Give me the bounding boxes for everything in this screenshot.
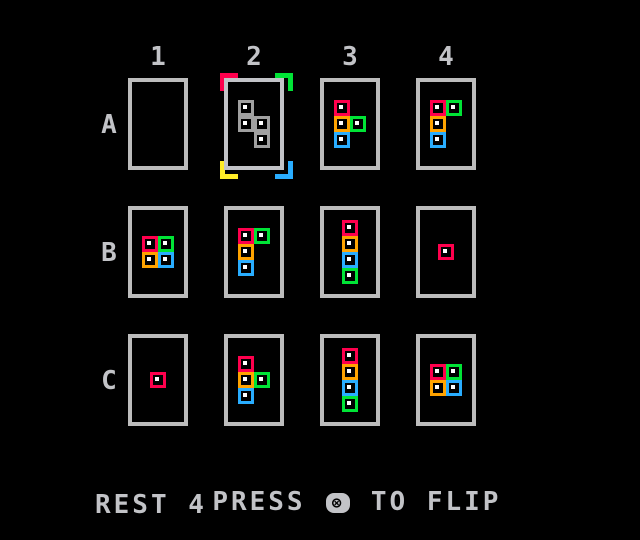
green-tile: [342, 396, 358, 412]
blue-tile: [238, 388, 254, 404]
card-a2[interactable]: [224, 78, 284, 170]
blue-tile: [334, 132, 350, 148]
column-label-1: 1: [150, 42, 168, 72]
x-button-icon: ⊗: [326, 492, 351, 513]
green-tile: [350, 116, 366, 132]
card-a1[interactable]: [128, 78, 188, 170]
blue-tile: [238, 260, 254, 276]
green-tile: [158, 236, 174, 252]
rest-counter: REST 4: [95, 490, 207, 520]
card-c1[interactable]: [128, 334, 188, 426]
red-tile: [430, 364, 446, 380]
blue-tile: [430, 132, 446, 148]
red-tile: [342, 348, 358, 364]
row-label-b: B: [101, 238, 119, 268]
blue-tile: [158, 252, 174, 268]
red-tile: [238, 356, 254, 372]
prompt-text-after: TO FLIP: [352, 487, 502, 517]
yellow-tile: [342, 236, 358, 252]
red-tile: [150, 372, 166, 388]
gray-tile: [254, 132, 270, 148]
blue-tile: [342, 252, 358, 268]
card-a4[interactable]: [416, 78, 476, 170]
yellow-tile: [334, 116, 350, 132]
green-tile: [342, 268, 358, 284]
yellow-tile: [238, 372, 254, 388]
prompt-text-before: PRESS: [212, 487, 325, 517]
column-label-3: 3: [342, 42, 360, 72]
flip-prompt: PRESS ⊗ TO FLIP: [175, 457, 501, 517]
red-tile: [334, 100, 350, 116]
red-tile: [342, 220, 358, 236]
red-tile: [238, 228, 254, 244]
green-tile: [446, 100, 462, 116]
column-label-2: 2: [246, 42, 264, 72]
row-label-c: C: [101, 366, 119, 396]
yellow-tile: [430, 116, 446, 132]
card-a3[interactable]: [320, 78, 380, 170]
yellow-tile: [142, 252, 158, 268]
red-tile: [142, 236, 158, 252]
gray-tile: [254, 116, 270, 132]
card-c4[interactable]: [416, 334, 476, 426]
card-b2[interactable]: [224, 206, 284, 298]
card-b3[interactable]: [320, 206, 380, 298]
gray-tile: [238, 100, 254, 116]
green-tile: [254, 372, 270, 388]
column-label-4: 4: [438, 42, 456, 72]
yellow-tile: [342, 364, 358, 380]
card-c3[interactable]: [320, 334, 380, 426]
blue-tile: [446, 380, 462, 396]
row-label-a: A: [101, 110, 119, 140]
red-tile: [438, 244, 454, 260]
red-tile: [430, 100, 446, 116]
card-b4[interactable]: [416, 206, 476, 298]
card-b1[interactable]: [128, 206, 188, 298]
yellow-tile: [430, 380, 446, 396]
green-tile: [254, 228, 270, 244]
card-c2[interactable]: [224, 334, 284, 426]
yellow-tile: [238, 244, 254, 260]
green-tile: [446, 364, 462, 380]
gray-tile: [238, 116, 254, 132]
blue-tile: [342, 380, 358, 396]
